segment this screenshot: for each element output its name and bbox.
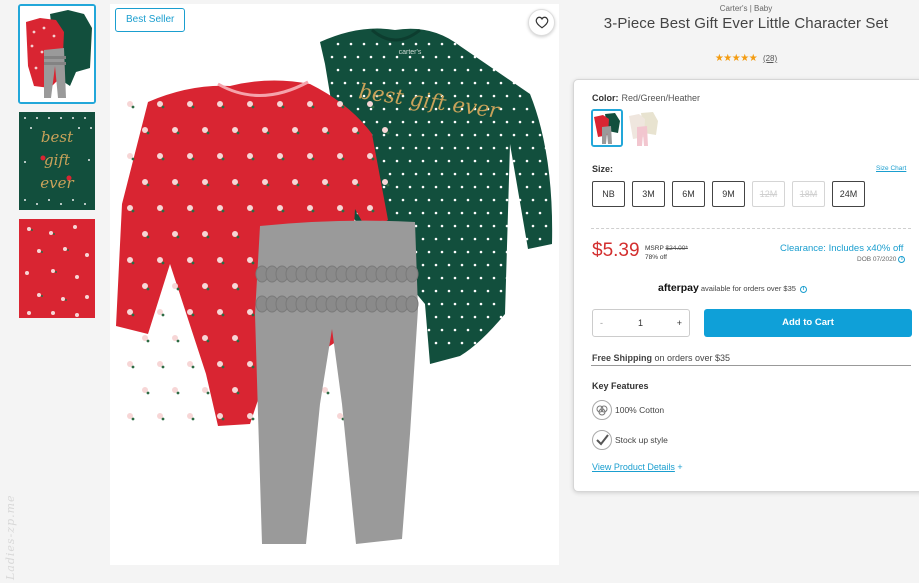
view-product-details-link[interactable]: View Product Details + (592, 462, 683, 472)
size-label: Size: (592, 164, 613, 174)
color-label: Color: Red/Green/Heather (592, 93, 700, 103)
divider-solid (591, 365, 911, 366)
shipping-text: on orders over $35 (652, 353, 731, 363)
plus-icon: + (677, 462, 683, 472)
color-value: Red/Green/Heather (621, 93, 701, 103)
quantity-input[interactable]: 1 (638, 310, 643, 336)
color-label-text: Color: (592, 93, 619, 103)
shipping-note: Free Shipping on orders over $35 (592, 353, 730, 363)
divider (591, 228, 911, 229)
afterpay-logo: afterpay (658, 282, 699, 294)
quantity-decrease-button[interactable]: - (600, 310, 603, 336)
afterpay-text: available for orders over $35 (700, 284, 796, 293)
size-option-9m[interactable]: 9M (712, 181, 745, 207)
size-option-18m: 18M (792, 181, 825, 207)
favorite-button[interactable] (528, 9, 555, 36)
heart-icon (535, 16, 548, 29)
garment-label: carter's (399, 49, 422, 56)
brand-label: Carter's | Baby (719, 4, 773, 13)
swatch-red-green-heather[interactable] (591, 109, 623, 147)
size-option-nb[interactable]: NB (592, 181, 625, 207)
dob-note[interactable]: DOB 07/2020 i (857, 256, 906, 264)
afterpay-info-icon[interactable]: i (799, 285, 807, 293)
msrp-value: $24.00* (665, 245, 688, 252)
size-option-24m[interactable]: 24M (832, 181, 865, 207)
thumbnail-green-detail[interactable]: best gift ever (19, 112, 95, 210)
thumbnail-set[interactable] (18, 4, 96, 104)
main-product-image[interactable]: best gift ever carter's Best Seller (110, 4, 559, 565)
best-seller-badge: Best Seller (115, 8, 186, 32)
svg-text:gift: gift (44, 151, 71, 169)
product-page: best gift ever best gift ever carter's B… (0, 0, 919, 583)
info-icon[interactable]: i (898, 256, 906, 263)
size-label-text: Size: (592, 164, 614, 174)
size-option-6m[interactable]: 6M (672, 181, 705, 207)
view-details-text: View Product Details (592, 462, 675, 472)
discount-percent: 78% off (645, 254, 667, 261)
dob-text: DOB 07/2020 (857, 256, 897, 264)
clearance-note: Clearance: Includes x40% off (780, 243, 904, 254)
quantity-increase-button[interactable]: + (677, 310, 682, 336)
check-icon (592, 430, 612, 450)
add-to-cart-button[interactable]: Add to Cart (704, 309, 912, 337)
quantity-stepper: - 1 + (592, 309, 690, 337)
msrp-info: MSRP $24.00* 78% off (645, 244, 688, 262)
feature-label: Stock up style (615, 435, 668, 445)
sale-price: $5.39 (592, 240, 640, 261)
product-illustration: best gift ever carter's (110, 4, 559, 565)
star-rating-icon: ★★★★★ (714, 53, 758, 64)
size-option-12m: 12M (752, 181, 785, 207)
msrp-label: MSRP (645, 245, 664, 252)
svg-text:best: best (41, 128, 74, 146)
thumbnail-red-detail[interactable] (19, 219, 95, 318)
purchase-panel: Color: Red/Green/Heather Size: Size Chart… (573, 79, 919, 492)
size-chart-link[interactable]: Size Chart (876, 165, 906, 172)
swatch-alternate-color[interactable] (627, 109, 659, 147)
key-features-title: Key Features (592, 381, 649, 391)
feature-label: 100% Cotton (615, 405, 665, 415)
review-count-link[interactable]: (28) (763, 54, 777, 63)
rating[interactable]: ★★★★★ (28) (573, 53, 919, 64)
watermark: Ladies-zp.me (4, 494, 17, 580)
size-option-3m[interactable]: 3M (632, 181, 665, 207)
cotton-icon (592, 400, 612, 420)
afterpay-message: afterpay available for orders over $35 i (658, 282, 807, 294)
product-title: 3-Piece Best Gift Ever Little Character … (603, 15, 889, 32)
shipping-bold: Free Shipping (592, 353, 653, 363)
